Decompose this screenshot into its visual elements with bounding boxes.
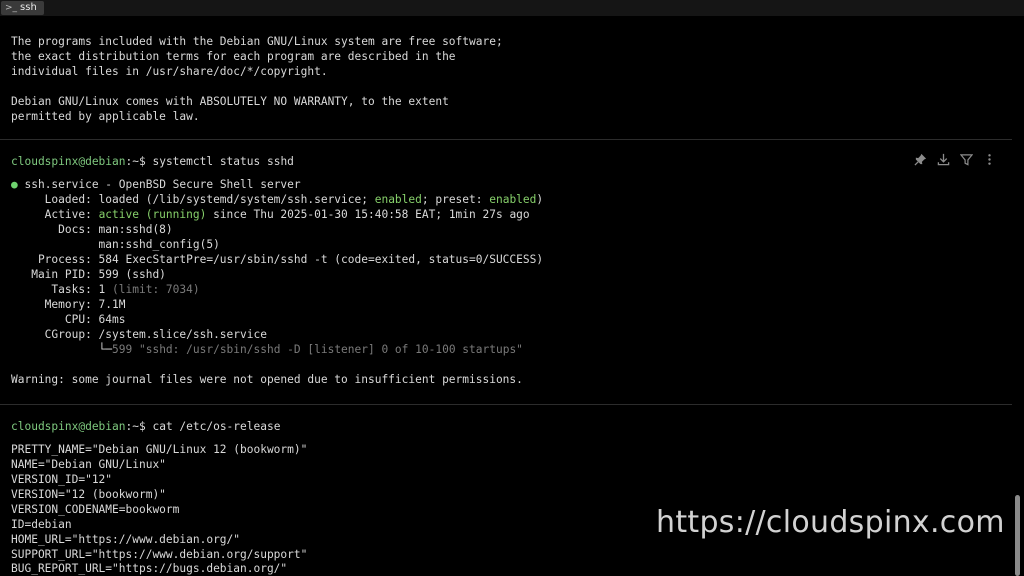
motd-line: the exact distribution terms for each pr… [11, 50, 456, 63]
enabled-status: enabled [374, 193, 422, 206]
command-text: systemctl status sshd [152, 155, 294, 168]
pin-icon[interactable] [914, 153, 927, 167]
filter-icon[interactable] [960, 153, 973, 167]
motd-line: The programs included with the Debian GN… [11, 35, 503, 48]
tab-ssh[interactable]: >_ ssh [1, 1, 44, 15]
field-key: Active: [11, 208, 99, 221]
cgroup-tree-line: └─599 "sshd: /usr/sbin/sshd -D [listener… [11, 342, 523, 357]
service-line: ● ssh.service - OpenBSD Secure Shell ser… [11, 177, 301, 192]
docs-line: man:sshd_config(5) [11, 238, 220, 251]
more-icon[interactable] [983, 153, 996, 167]
active-line: Active: active (running) since Thu 2025-… [11, 207, 530, 222]
block-divider [0, 139, 1012, 140]
preset-status: enabled [489, 193, 537, 206]
field-key: Tasks: 1 [11, 283, 113, 296]
command-text: cat /etc/os-release [152, 420, 281, 433]
motd-line: permitted by applicable law. [11, 110, 200, 123]
prompt-path: :~$ [125, 420, 153, 433]
scrollbar[interactable] [1015, 495, 1020, 576]
os-release-line: NAME="Debian GNU/Linux" [11, 458, 166, 471]
tasks-line: Tasks: 1 (limit: 7034) [11, 282, 200, 297]
block-divider [0, 404, 1012, 405]
command-prompt-line[interactable]: cloudspinx@debian:~$ cat /etc/os-release [11, 419, 280, 434]
field-key: Loaded: [11, 193, 99, 206]
terminal-icon: >_ [5, 3, 18, 13]
block-actions [914, 153, 996, 167]
process-line: Process: 584 ExecStartPre=/usr/sbin/sshd… [11, 253, 544, 266]
warning-line: Warning: some journal files were not ope… [11, 373, 523, 386]
tasks-limit: (limit: 7034) [112, 283, 200, 296]
os-release-line: ID=debian [11, 518, 72, 531]
memory-line: Memory: 7.1M [11, 298, 126, 311]
tree-branch: └─ [11, 343, 113, 356]
os-release-line: VERSION_ID="12" [11, 473, 113, 486]
field-value: ; preset: [421, 193, 490, 206]
field-value: since Thu 2025-01-30 15:40:58 EAT; 1min … [206, 208, 530, 221]
download-icon[interactable] [937, 153, 950, 167]
tab-bar: >_ ssh [0, 0, 1024, 16]
loaded-line: Loaded: loaded (/lib/systemd/system/ssh.… [11, 192, 543, 207]
os-release-line: BUG_REPORT_URL="https://bugs.debian.org/… [11, 562, 288, 575]
os-release-line: PRETTY_NAME="Debian GNU/Linux 12 (bookwo… [11, 443, 308, 456]
prompt-user: cloudspinx@debian [11, 155, 126, 168]
docs-line: Docs: man:sshd(8) [11, 223, 173, 236]
os-release-line: VERSION="12 (bookworm)" [11, 488, 166, 501]
os-release-line: VERSION_CODENAME=bookworm [11, 503, 180, 516]
motd-line: Debian GNU/Linux comes with ABSOLUTELY N… [11, 95, 449, 108]
command-prompt-line[interactable]: cloudspinx@debian:~$ systemctl status ss… [11, 154, 294, 169]
os-release-line: SUPPORT_URL="https://www.debian.org/supp… [11, 548, 308, 561]
motd-line: individual files in /usr/share/doc/*/cop… [11, 65, 328, 78]
field-value: loaded (/lib/systemd/system/ssh.service; [98, 193, 375, 206]
watermark-url: https://cloudspinx.com [656, 505, 1005, 540]
service-title: ssh.service - OpenBSD Secure Shell serve… [17, 178, 301, 191]
status-bullet-icon: ● [11, 178, 18, 191]
active-state: active (running) [98, 208, 207, 221]
prompt-path: :~$ [125, 155, 153, 168]
tab-label: ssh [20, 2, 37, 13]
os-release-line: HOME_URL="https://www.debian.org/" [11, 533, 241, 546]
prompt-user: cloudspinx@debian [11, 420, 126, 433]
main-pid-line: Main PID: 599 (sshd) [11, 268, 166, 281]
cgroup-line: CGroup: /system.slice/ssh.service [11, 328, 267, 341]
field-value: ) [536, 193, 544, 206]
cpu-line: CPU: 64ms [11, 313, 126, 326]
cgroup-child: 599 "sshd: /usr/sbin/sshd -D [listener] … [112, 343, 523, 356]
